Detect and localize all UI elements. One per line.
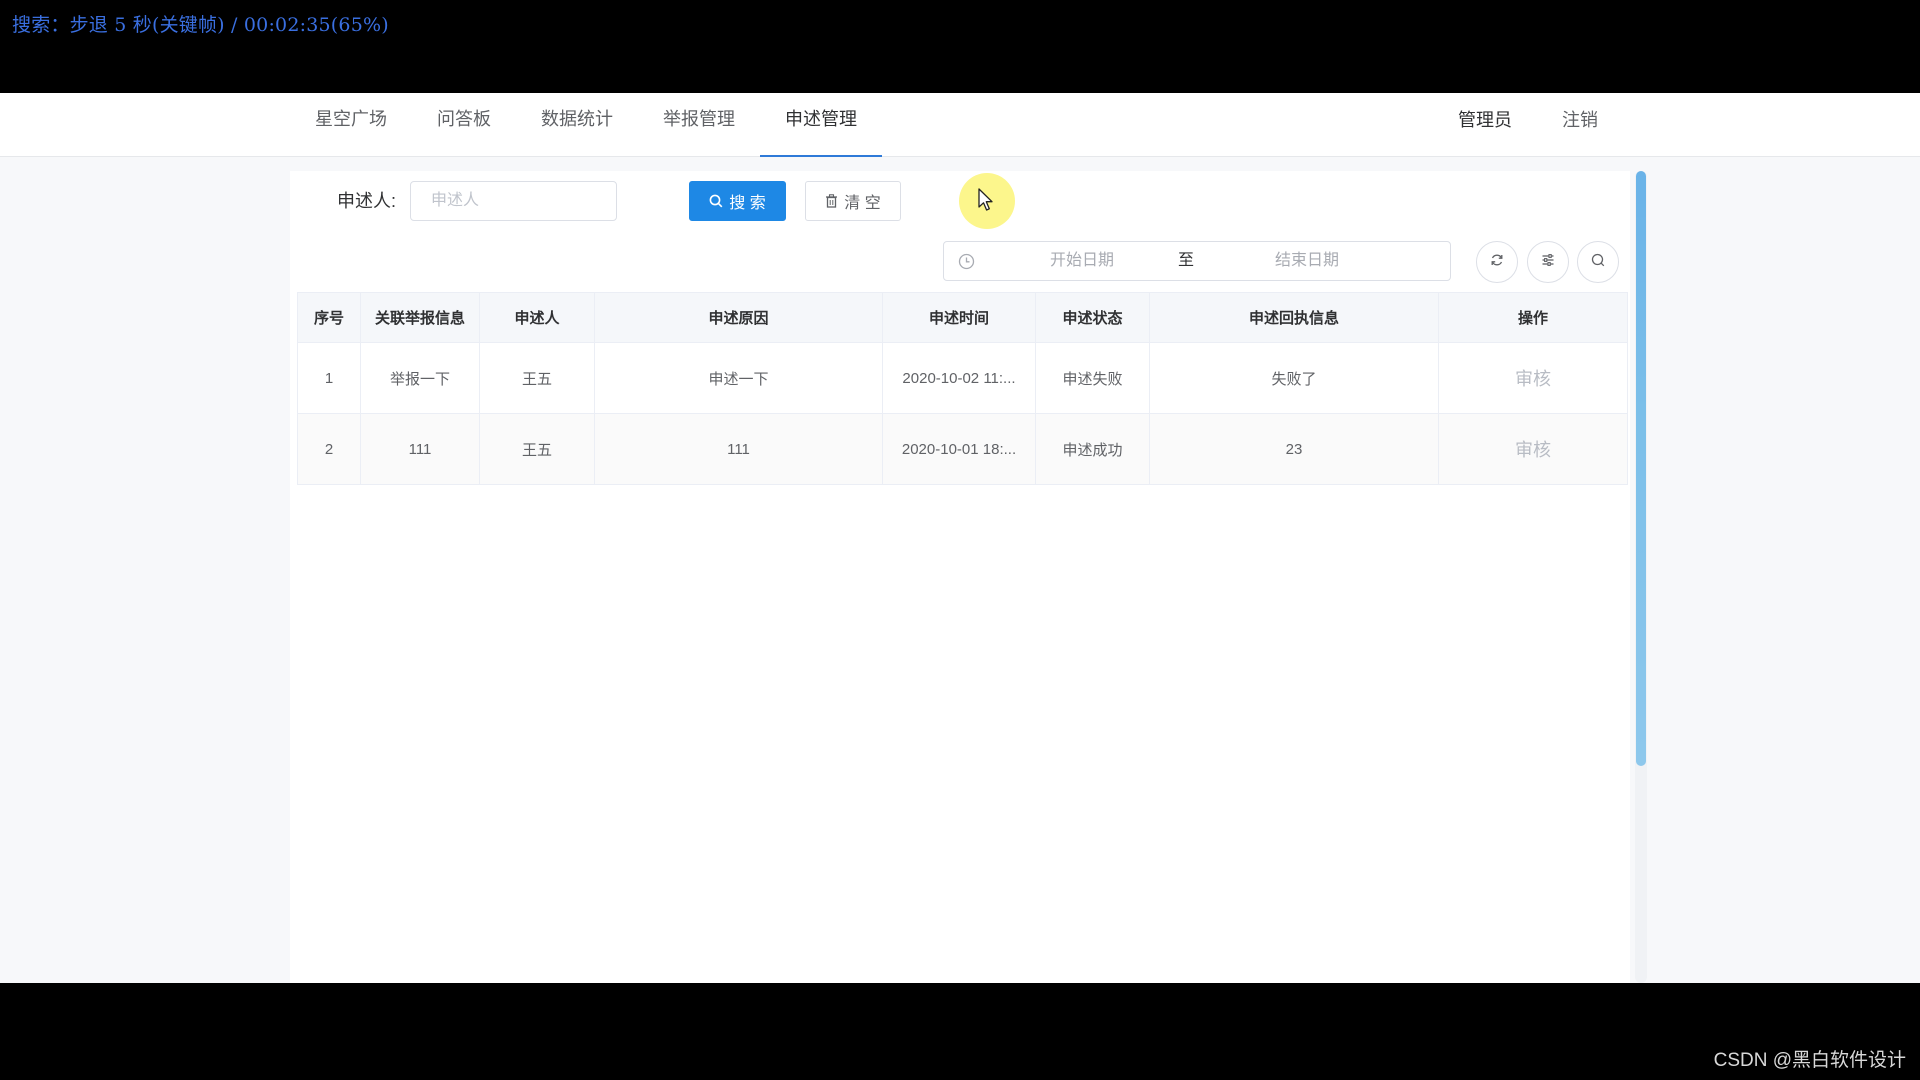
- scrollbar-thumb[interactable]: [1636, 171, 1646, 766]
- cell-report: 举报一下: [360, 342, 480, 414]
- table-header-row: 序号 关联举报信息 申述人 申述原因 申述时间 申述状态 申述回执信息 操作: [297, 292, 1628, 343]
- date-end-input[interactable]: [1222, 242, 1392, 280]
- column-header[interactable]: 申述时间: [882, 292, 1036, 343]
- table-row[interactable]: 1 举报一下 王五 申述一下 2020-10-02 11:... 申述失败 失败…: [297, 342, 1628, 414]
- cell-person: 王五: [479, 342, 595, 414]
- cell-person: 王五: [479, 413, 595, 485]
- user-menu[interactable]: 管理员: [1433, 93, 1537, 157]
- nav-user-area: 管理员 注销: [1433, 93, 1623, 157]
- date-range-picker[interactable]: 至: [943, 241, 1451, 281]
- cell-index: 2: [297, 413, 361, 485]
- logout-link[interactable]: 注销: [1537, 93, 1623, 157]
- cell-status: 申述成功: [1035, 413, 1150, 485]
- refresh-button[interactable]: [1476, 241, 1518, 283]
- column-header[interactable]: 申述人: [479, 292, 595, 343]
- search-button-label: 搜 索: [729, 195, 766, 212]
- top-navigation: 星空广场 问答板 数据统计 举报管理 申述管理 管理员 注销: [0, 93, 1920, 157]
- column-header[interactable]: 关联举报信息: [360, 292, 480, 343]
- refresh-icon: [1490, 253, 1504, 272]
- column-header[interactable]: 操作: [1438, 292, 1628, 343]
- cell-reason: 111: [594, 413, 883, 485]
- cell-receipt: 23: [1149, 413, 1439, 485]
- table-row[interactable]: 2 111 王五 111 2020-10-01 18:... 申述成功 23 审…: [297, 413, 1628, 485]
- cell-time: 2020-10-01 18:...: [882, 413, 1036, 485]
- column-header[interactable]: 申述回执信息: [1149, 292, 1439, 343]
- nav-tabs: 星空广场 问答板 数据统计 举报管理 申述管理: [290, 93, 882, 157]
- tab-qa-board[interactable]: 问答板: [412, 93, 516, 157]
- date-range-separator: 至: [1178, 252, 1195, 269]
- trash-icon: [825, 194, 838, 208]
- search-button[interactable]: 搜 索: [689, 181, 786, 221]
- seek-overlay-text: 搜索：步退 5 秒(关键帧) / 00:02:35(65%): [12, 14, 389, 36]
- tab-starry-plaza[interactable]: 星空广场: [290, 93, 412, 157]
- tab-statistics[interactable]: 数据统计: [516, 93, 638, 157]
- cell-report: 111: [360, 413, 480, 485]
- column-filter-button[interactable]: [1527, 241, 1569, 283]
- cell-status: 申述失败: [1035, 342, 1150, 414]
- cell-time: 2020-10-02 11:...: [882, 342, 1036, 414]
- content-card: 申述人: 搜 索 清 空: [290, 171, 1647, 983]
- app-viewport: 星空广场 问答板 数据统计 举报管理 申述管理 管理员 注销 申述人: 搜 索: [0, 93, 1920, 983]
- search-icon: [709, 194, 723, 208]
- clock-icon: [958, 253, 975, 275]
- appellant-search-input[interactable]: [410, 181, 617, 221]
- cell-receipt: 失败了: [1149, 342, 1439, 414]
- mouse-cursor-icon: [978, 188, 994, 217]
- cell-reason: 申述一下: [594, 342, 883, 414]
- review-button[interactable]: 审核: [1438, 413, 1628, 485]
- toggle-search-button[interactable]: [1577, 241, 1619, 283]
- vertical-scrollbar[interactable]: [1635, 171, 1647, 983]
- clear-button-label: 清 空: [844, 195, 881, 212]
- watermark: CSDN @黑白软件设计: [1713, 1050, 1906, 1071]
- column-header[interactable]: 申述原因: [594, 292, 883, 343]
- video-player-frame: 搜索：步退 5 秒(关键帧) / 00:02:35(65%) 星空广场 问答板 …: [0, 0, 1920, 1080]
- review-button[interactable]: 审核: [1438, 342, 1628, 414]
- tab-report-management[interactable]: 举报管理: [638, 93, 760, 157]
- column-header[interactable]: 序号: [297, 292, 361, 343]
- cell-index: 1: [297, 342, 361, 414]
- search-icon: [1591, 253, 1605, 272]
- appeal-table: 序号 关联举报信息 申述人 申述原因 申述时间 申述状态 申述回执信息 操作 1…: [297, 292, 1628, 485]
- column-header[interactable]: 申述状态: [1035, 292, 1150, 343]
- filter-icon: [1541, 253, 1555, 272]
- tab-appeal-management[interactable]: 申述管理: [760, 93, 882, 157]
- appellant-label: 申述人:: [337, 191, 397, 211]
- clear-button[interactable]: 清 空: [805, 181, 901, 221]
- date-start-input[interactable]: [997, 242, 1167, 280]
